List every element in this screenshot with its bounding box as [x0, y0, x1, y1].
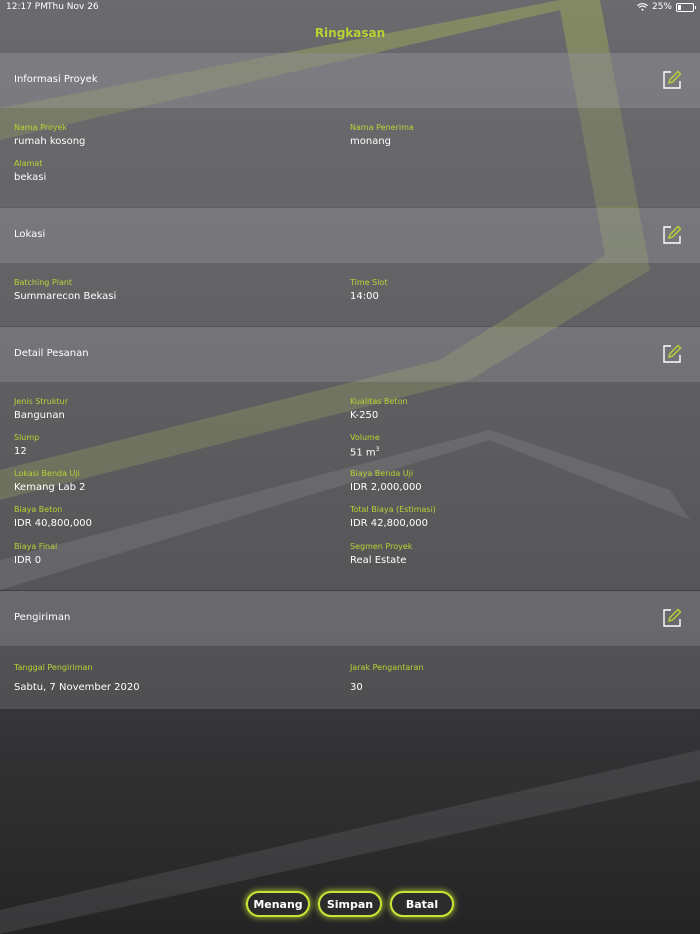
batal-button[interactable]: Batal	[390, 891, 454, 917]
section-header-detail-pesanan: Detail Pesanan	[0, 327, 700, 382]
field-value: IDR 40,800,000	[14, 518, 93, 529]
section-body-lokasi: Batching Plant Summarecon Bekasi Time Sl…	[0, 263, 700, 326]
volume-value: 51 m	[350, 447, 376, 459]
field-label: Nama Penerima	[350, 123, 414, 132]
field-biaya-beton: Biaya Beton IDR 40,800,000	[14, 505, 92, 529]
section-title: Informasi Proyek	[14, 74, 98, 85]
field-biaya-benda-uji: Biaya Benda Uji IDR 2,000,000	[350, 469, 422, 493]
field-label: Kualitas Beton	[350, 397, 408, 406]
field-value: 30	[350, 682, 363, 693]
field-label: Biaya Final	[14, 542, 58, 551]
field-value: Summarecon Bekasi	[14, 291, 117, 302]
battery-percent: 25%	[651, 2, 672, 12]
section-body-pengiriman: Tanggal Pengiriman Sabtu, 7 November 202…	[0, 646, 700, 709]
section-header-lokasi: Lokasi	[0, 208, 700, 263]
section-header-pengiriman: Pengiriman	[0, 591, 700, 646]
field-label: Biaya Beton	[14, 505, 63, 514]
field-label: Nama Proyek	[14, 123, 68, 132]
field-value: rumah kosong	[14, 136, 86, 147]
field-batching-plant: Batching Plant Summarecon Bekasi	[14, 278, 116, 302]
field-value: monang	[350, 136, 392, 147]
field-label: Lokasi Benda Uji	[14, 469, 80, 478]
page-title: Ringkasan	[314, 26, 386, 40]
field-total-biaya: Total Biaya (Estimasi) IDR 42,800,000	[350, 505, 436, 529]
field-value: bekasi	[14, 172, 47, 183]
field-value: Real Estate	[350, 555, 407, 566]
field-value: Sabtu, 7 November 2020	[14, 682, 140, 693]
field-label: Biaya Benda Uji	[350, 469, 414, 478]
field-value: K-250	[350, 410, 379, 421]
field-time-slot: Time Slot 14:00	[350, 278, 387, 302]
field-slump: Slump 12	[14, 433, 39, 457]
volume-unit-sup: 3	[375, 446, 380, 453]
field-label: Alamat	[14, 159, 43, 168]
field-jarak-pengantaran: Jarak Pengantaran 30	[350, 663, 424, 693]
field-value: 51 m3	[350, 446, 380, 458]
field-jenis-struktur: Jenis Struktur Bangunan	[14, 397, 68, 421]
section-title: Lokasi	[14, 229, 46, 240]
wifi-icon	[637, 3, 648, 11]
section-header-informasi-proyek: Informasi Proyek	[0, 53, 700, 108]
field-segmen-proyek: Segmen Proyek Real Estate	[350, 542, 412, 566]
field-label: Volume	[350, 433, 380, 442]
status-right: 25%	[637, 2, 696, 12]
field-value: Bangunan	[14, 410, 65, 421]
field-alamat: Alamat bekasi	[14, 159, 46, 183]
field-value: 14:00	[350, 291, 379, 302]
simpan-button[interactable]: Simpan	[318, 891, 382, 917]
edit-icon[interactable]	[661, 607, 683, 629]
field-value: Kemang Lab 2	[14, 482, 86, 493]
field-nama-penerima: Nama Penerima monang	[350, 123, 414, 147]
field-value: IDR 2,000,000	[350, 482, 422, 493]
section-title: Detail Pesanan	[14, 348, 89, 359]
field-label: Jarak Pengantaran	[350, 663, 424, 672]
section-body-detail-pesanan: Jenis Struktur Bangunan Kualitas Beton K…	[0, 382, 700, 590]
section-body-informasi-proyek: Nama Proyek rumah kosong Nama Penerima m…	[0, 108, 700, 207]
edit-icon[interactable]	[661, 343, 683, 365]
field-value: 12	[14, 446, 27, 457]
status-date: Thu Nov 26	[47, 2, 99, 12]
edit-icon[interactable]	[661, 69, 683, 91]
menang-button[interactable]: Menang	[246, 891, 310, 917]
field-kualitas-beton: Kualitas Beton K-250	[350, 397, 408, 421]
field-nama-proyek: Nama Proyek rumah kosong	[14, 123, 85, 147]
field-label: Jenis Struktur	[14, 397, 68, 406]
field-label: Total Biaya (Estimasi)	[350, 505, 436, 514]
field-value: IDR 0	[14, 555, 42, 566]
field-label: Tanggal Pengiriman	[14, 663, 93, 672]
status-bar: 12:17 PM Thu Nov 26 25%	[0, 0, 700, 14]
section-title: Pengiriman	[14, 612, 71, 623]
field-label: Slump	[14, 433, 40, 442]
field-lokasi-benda-uji: Lokasi Benda Uji Kemang Lab 2	[14, 469, 86, 493]
field-biaya-final: Biaya Final IDR 0	[14, 542, 57, 566]
field-value: IDR 42,800,000	[350, 518, 429, 529]
field-label: Batching Plant	[14, 278, 73, 287]
field-tanggal-pengiriman: Tanggal Pengiriman Sabtu, 7 November 202…	[14, 663, 140, 693]
field-label: Segmen Proyek	[350, 542, 413, 551]
field-label: Time Slot	[350, 278, 388, 287]
status-time: 12:17 PM	[6, 2, 48, 12]
field-volume: Volume 51 m3	[350, 433, 380, 458]
battery-icon	[676, 2, 696, 12]
edit-icon[interactable]	[661, 224, 683, 246]
